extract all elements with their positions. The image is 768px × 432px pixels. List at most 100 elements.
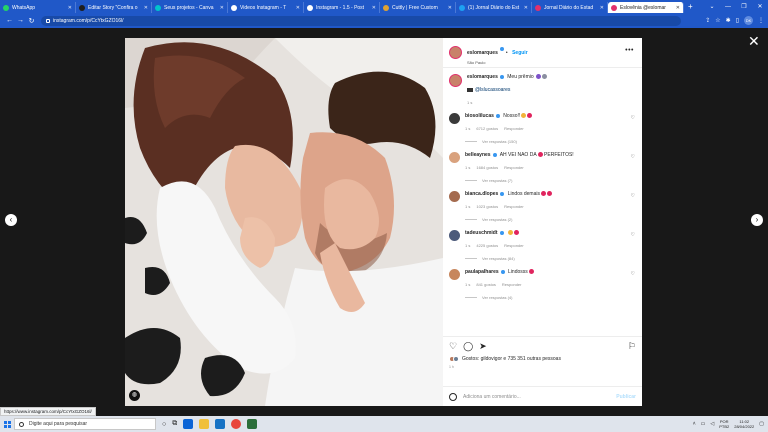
tab-close-icon[interactable]: ✕ bbox=[220, 5, 224, 11]
cortana-icon[interactable]: ○ bbox=[162, 421, 166, 428]
volume-icon[interactable]: ◁ bbox=[710, 421, 714, 427]
browser-tab[interactable]: WhatsApp ✕ bbox=[0, 2, 76, 13]
comment-avatar[interactable] bbox=[449, 230, 460, 241]
network-icon[interactable]: ▭ bbox=[701, 421, 706, 427]
author-username[interactable]: eslomarques bbox=[467, 50, 498, 56]
back-icon[interactable]: ← bbox=[4, 17, 15, 24]
sidebar-icon[interactable]: ▯ bbox=[736, 17, 739, 24]
tab-close-icon[interactable]: ✕ bbox=[144, 5, 148, 11]
likes-text[interactable]: Gostos: gildovigor e 735 351 outras pess… bbox=[462, 356, 561, 362]
close-icon[interactable]: ✕ bbox=[748, 34, 760, 48]
view-replies[interactable]: Ver respostas (150) bbox=[465, 139, 633, 144]
view-replies[interactable]: Ver respostas (7) bbox=[465, 178, 633, 183]
add-comment-input[interactable]: Adiciona um comentário... bbox=[463, 394, 616, 400]
view-replies[interactable]: Ver respostas (84) bbox=[465, 256, 633, 261]
comment-likes[interactable]: 6712 gostos bbox=[476, 126, 498, 131]
comment-like-heart-icon[interactable]: ♡ bbox=[631, 193, 635, 199]
publish-button[interactable]: Publicar bbox=[616, 394, 636, 400]
app-icon[interactable] bbox=[247, 419, 258, 429]
like-heart-icon[interactable]: ♡ bbox=[449, 341, 457, 352]
keyboard-language[interactable]: POR PTB2 bbox=[719, 419, 729, 429]
comment-username[interactable]: bianca.dlopes bbox=[465, 191, 498, 197]
caption-mention[interactable]: @lslucassoares bbox=[475, 87, 510, 93]
comment-like-heart-icon[interactable]: ♡ bbox=[631, 232, 635, 238]
bookmark-icon[interactable]: ⚐ bbox=[628, 341, 636, 352]
browser-tab[interactable]: Videos Instagram - T ✕ bbox=[228, 2, 304, 13]
comment-avatar[interactable] bbox=[449, 191, 460, 202]
close-window-icon[interactable]: ✕ bbox=[752, 3, 768, 10]
reload-icon[interactable]: ↻ bbox=[26, 17, 37, 25]
tab-close-icon[interactable]: ✕ bbox=[600, 5, 604, 11]
comment-avatar[interactable] bbox=[449, 152, 460, 163]
comment-icon[interactable]: ◯ bbox=[463, 341, 473, 352]
share-icon[interactable]: ⇪ bbox=[705, 17, 710, 24]
more-options-icon[interactable]: ••• bbox=[625, 47, 634, 54]
new-tab-icon[interactable]: + bbox=[684, 2, 697, 11]
comment-avatar[interactable] bbox=[449, 269, 460, 280]
menu-icon[interactable]: ⋮ bbox=[758, 17, 764, 24]
post-location[interactable]: São Paulo bbox=[467, 60, 528, 65]
comment-avatar[interactable] bbox=[449, 113, 460, 124]
reply-button[interactable]: Responder bbox=[502, 282, 522, 287]
browser-tab[interactable]: Cuttly | Free Custom ✕ bbox=[380, 2, 456, 13]
minimize-icon[interactable]: — bbox=[720, 4, 736, 10]
edge-icon[interactable] bbox=[183, 419, 194, 429]
comment-username[interactable]: biosolilucas bbox=[465, 113, 494, 119]
taskbar-search[interactable]: Digite aqui para pesquisar bbox=[14, 418, 156, 430]
tab-close-icon[interactable]: ✕ bbox=[676, 5, 680, 11]
extensions-icon[interactable]: ✱ bbox=[726, 17, 731, 24]
view-replies[interactable]: Ver respostas (2) bbox=[465, 217, 633, 222]
tab-close-icon[interactable]: ✕ bbox=[68, 5, 72, 11]
star-icon[interactable]: ☆ bbox=[715, 17, 720, 24]
chevron-up-icon[interactable]: ˄ bbox=[693, 421, 696, 427]
clock[interactable]: 11:02 28/04/2022 bbox=[734, 419, 754, 429]
reply-button[interactable]: Responder bbox=[504, 126, 524, 131]
mail-icon[interactable] bbox=[215, 419, 226, 429]
comment-username[interactable]: paulapalhares bbox=[465, 269, 499, 275]
view-replies[interactable]: Ver respostas (4) bbox=[465, 295, 633, 300]
comment-like-heart-icon[interactable]: ♡ bbox=[631, 271, 635, 277]
comment-likes[interactable]: 1023 gostos bbox=[476, 204, 498, 209]
comment-likes[interactable]: 1684 gostos bbox=[476, 165, 498, 170]
browser-tab[interactable]: Eslovênia @eslomar ✕ bbox=[608, 2, 684, 13]
file-explorer-icon[interactable] bbox=[199, 419, 210, 429]
reply-button[interactable]: Responder bbox=[504, 204, 524, 209]
tagged-user-icon[interactable]: ◍ bbox=[129, 390, 140, 401]
follow-button[interactable]: Seguir bbox=[512, 50, 528, 56]
caption-avatar[interactable] bbox=[449, 74, 462, 87]
tab-close-icon[interactable]: ✕ bbox=[372, 5, 376, 11]
emoji-icon[interactable] bbox=[449, 392, 457, 401]
forward-icon[interactable]: → bbox=[15, 17, 26, 24]
start-button[interactable] bbox=[0, 416, 14, 432]
post-date: 1 h bbox=[449, 365, 454, 369]
comment-like-heart-icon[interactable]: ♡ bbox=[631, 115, 635, 121]
caption-username[interactable]: eslomarques bbox=[467, 74, 498, 80]
browser-tab[interactable]: Editar Story "Confira o ✕ bbox=[76, 2, 152, 13]
browser-tab[interactable]: (1) Jornal Diário do Est ✕ bbox=[456, 2, 532, 13]
chevron-down-icon[interactable]: ⌄ bbox=[704, 3, 720, 10]
task-view-icon[interactable]: ⧉ bbox=[172, 420, 177, 428]
reply-button[interactable]: Responder bbox=[504, 243, 524, 248]
next-post-icon[interactable]: › bbox=[751, 214, 763, 226]
share-direct-icon[interactable]: ➤ bbox=[479, 341, 487, 352]
address-bar[interactable]: instagram.com/p/CcYtxGZO16l/ bbox=[41, 15, 681, 26]
previous-post-icon[interactable]: ‹ bbox=[5, 214, 17, 226]
comment-username[interactable]: tadeuschmidt bbox=[465, 230, 498, 236]
tab-close-icon[interactable]: ✕ bbox=[524, 5, 528, 11]
notifications-icon[interactable]: ▢ bbox=[759, 421, 764, 427]
comment-like-heart-icon[interactable]: ♡ bbox=[631, 154, 635, 160]
maximize-icon[interactable]: ❐ bbox=[736, 3, 752, 10]
comment-likes[interactable]: 4225 gostos bbox=[476, 243, 498, 248]
author-avatar[interactable] bbox=[449, 46, 462, 59]
browser-tab[interactable]: Seus projetos - Canva ✕ bbox=[152, 2, 228, 13]
reply-button[interactable]: Responder bbox=[504, 165, 524, 170]
chrome-icon[interactable] bbox=[231, 419, 242, 429]
browser-tab[interactable]: Instagram - 1.5 - Post ✕ bbox=[304, 2, 380, 13]
tab-label: Instagram - 1.5 - Post bbox=[316, 4, 365, 11]
comment-likes[interactable]: 841 gostos bbox=[476, 282, 496, 287]
tab-close-icon[interactable]: ✕ bbox=[296, 5, 300, 11]
profile-avatar[interactable]: DK bbox=[744, 16, 753, 25]
browser-tab[interactable]: Jornal Diário do Estad ✕ bbox=[532, 2, 608, 13]
comment-username[interactable]: belleaynes bbox=[465, 152, 491, 158]
tab-close-icon[interactable]: ✕ bbox=[448, 5, 452, 11]
